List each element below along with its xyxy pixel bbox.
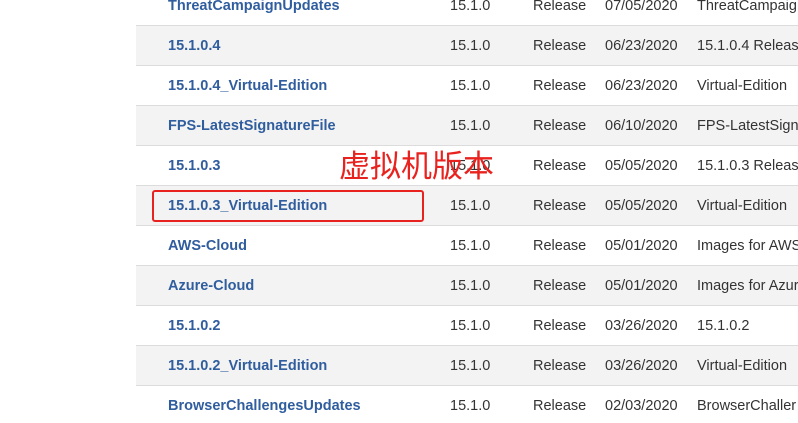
version-cell: 15.1.0 <box>450 38 491 54</box>
table-row: 15.1.0.4 15.1.0 Release 06/23/2020 15.1.… <box>136 26 798 66</box>
date-cell: 05/05/2020 <box>605 158 678 174</box>
description-cell: Images for Azur <box>697 278 798 294</box>
table-row: 15.1.0.4_Virtual-Edition 15.1.0 Release … <box>136 66 798 106</box>
file-link[interactable]: 15.1.0.2 <box>168 318 220 334</box>
name-cell: 15.1.0.2_Virtual-Edition <box>168 346 438 386</box>
description-cell: Images for AWS <box>697 238 798 254</box>
name-cell: BrowserChallengesUpdates <box>168 386 438 423</box>
description-cell: ThreatCampaig <box>697 0 797 14</box>
type-cell: Release <box>533 0 587 14</box>
table-row: AWS-Cloud 15.1.0 Release 05/01/2020 Imag… <box>136 226 798 266</box>
type-cell: Release <box>533 278 587 294</box>
file-link[interactable]: 15.1.0.4_Virtual-Edition <box>168 78 327 94</box>
file-link[interactable]: AWS-Cloud <box>168 238 247 254</box>
file-link[interactable]: 15.1.0.2_Virtual-Edition <box>168 358 327 374</box>
table-row: 15.1.0.2_Virtual-Edition 15.1.0 Release … <box>136 346 798 386</box>
file-link[interactable]: 15.1.0.4 <box>168 38 220 54</box>
date-cell: 05/01/2020 <box>605 238 678 254</box>
table-row: ThreatCampaignUpdates 15.1.0 Release 07/… <box>136 0 798 26</box>
type-cell: Release <box>533 78 587 94</box>
version-cell: 15.1.0 <box>450 318 491 334</box>
date-cell: 06/23/2020 <box>605 38 678 54</box>
description-cell: 15.1.0.2 <box>697 318 750 334</box>
version-cell: 15.1.0 <box>450 0 491 14</box>
version-cell: 15.1.0 <box>450 198 491 214</box>
type-cell: Release <box>533 358 587 374</box>
date-cell: 05/01/2020 <box>605 278 678 294</box>
date-cell: 06/10/2020 <box>605 118 678 134</box>
file-link[interactable]: BrowserChallengesUpdates <box>168 398 361 414</box>
date-cell: 05/05/2020 <box>605 198 678 214</box>
description-cell: FPS-LatestSign <box>697 118 798 134</box>
type-cell: Release <box>533 238 587 254</box>
table-row: BrowserChallengesUpdates 15.1.0 Release … <box>136 386 798 423</box>
type-cell: Release <box>533 118 587 134</box>
download-page: ThreatCampaignUpdates 15.1.0 Release 07/… <box>0 0 798 423</box>
table-row: 15.1.0.2 15.1.0 Release 03/26/2020 15.1.… <box>136 306 798 346</box>
date-cell: 07/05/2020 <box>605 0 678 14</box>
description-cell: Virtual-Edition <box>697 198 788 214</box>
file-link[interactable]: 15.1.0.3 <box>168 158 220 174</box>
version-cell: 15.1.0 <box>450 118 491 134</box>
version-cell: 15.1.0 <box>450 278 491 294</box>
version-cell: 15.1.0 <box>450 78 491 94</box>
name-cell: 15.1.0.4_Virtual-Edition <box>168 66 438 106</box>
type-cell: Release <box>533 198 587 214</box>
version-cell: 15.1.0 <box>450 358 491 374</box>
date-cell: 02/03/2020 <box>605 398 678 414</box>
date-cell: 03/26/2020 <box>605 358 678 374</box>
downloads-table: ThreatCampaignUpdates 15.1.0 Release 07/… <box>136 0 798 423</box>
name-cell: FPS-LatestSignatureFile <box>168 106 438 146</box>
type-cell: Release <box>533 38 587 54</box>
file-link[interactable]: Azure-Cloud <box>168 278 254 294</box>
date-cell: 03/26/2020 <box>605 318 678 334</box>
table-row: FPS-LatestSignatureFile 15.1.0 Release 0… <box>136 106 798 146</box>
type-cell: Release <box>533 398 587 414</box>
version-cell: 15.1.0 <box>450 238 491 254</box>
description-cell: BrowserChaller <box>697 398 797 414</box>
file-link[interactable]: ThreatCampaignUpdates <box>168 0 340 14</box>
date-cell: 06/23/2020 <box>605 78 678 94</box>
type-cell: Release <box>533 158 587 174</box>
name-cell: Azure-Cloud <box>168 266 438 306</box>
name-cell: 15.1.0.4 <box>168 26 438 66</box>
table-row: Azure-Cloud 15.1.0 Release 05/01/2020 Im… <box>136 266 798 306</box>
version-cell: 15.1.0 <box>450 398 491 414</box>
type-cell: Release <box>533 318 587 334</box>
description-cell: Virtual-Edition <box>697 78 788 94</box>
name-cell: 15.1.0.3_Virtual-Edition <box>168 186 438 226</box>
table-row: 15.1.0.3_Virtual-Edition 15.1.0 Release … <box>136 186 798 226</box>
file-link[interactable]: 15.1.0.3_Virtual-Edition <box>168 198 327 214</box>
description-cell: 15.1.0.4 Releas <box>697 38 798 54</box>
annotation-label: 虚拟机版本 <box>339 149 494 185</box>
name-cell: 15.1.0.2 <box>168 306 438 346</box>
description-cell: Virtual-Edition <box>697 358 788 374</box>
name-cell: AWS-Cloud <box>168 226 438 266</box>
description-cell: 15.1.0.3 Releas <box>697 158 798 174</box>
file-link[interactable]: FPS-LatestSignatureFile <box>168 118 336 134</box>
name-cell: ThreatCampaignUpdates <box>168 0 438 26</box>
